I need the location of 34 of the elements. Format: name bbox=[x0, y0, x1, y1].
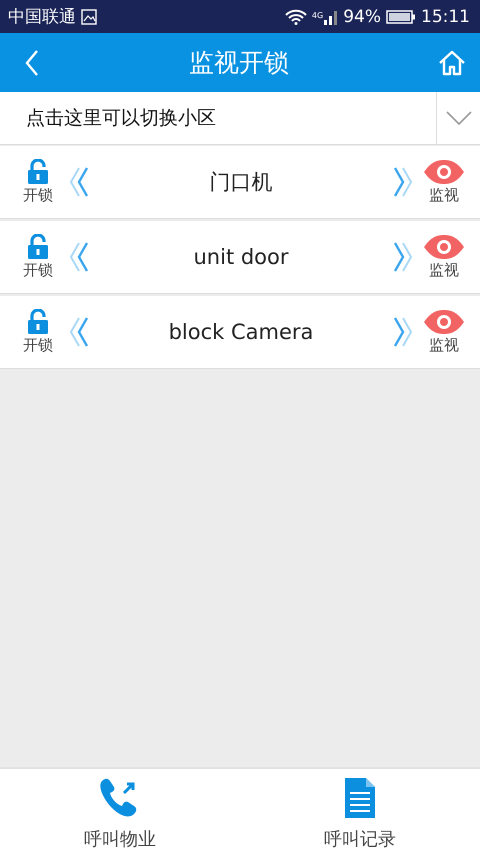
padlock-icon bbox=[27, 309, 49, 335]
unlock-button[interactable]: 开锁 bbox=[16, 234, 60, 280]
battery-icon bbox=[386, 8, 416, 24]
monitor-button[interactable]: 监视 bbox=[422, 159, 466, 205]
carrier-name: 中国联通 bbox=[8, 6, 76, 28]
chevron-down-icon bbox=[444, 110, 472, 126]
device-name: unit door bbox=[192, 245, 290, 269]
image-icon bbox=[81, 8, 97, 24]
eye-icon bbox=[423, 234, 465, 260]
monitor-button[interactable]: 监视 bbox=[422, 234, 466, 280]
page-title: 监视开锁 bbox=[189, 47, 289, 79]
community-selector[interactable]: 点击这里可以切换小区 bbox=[0, 92, 480, 145]
home-icon bbox=[438, 50, 466, 76]
unlock-button[interactable]: 开锁 bbox=[16, 309, 60, 355]
signal-icon bbox=[324, 8, 338, 24]
device-name: 门口机 bbox=[208, 169, 274, 196]
unlock-button[interactable]: 开锁 bbox=[16, 159, 60, 205]
call-property-button[interactable]: 呼叫物业 bbox=[0, 769, 240, 853]
clock-time: 15:11 bbox=[421, 6, 470, 26]
document-icon bbox=[344, 777, 376, 819]
back-button[interactable] bbox=[24, 48, 40, 76]
eye-icon bbox=[423, 159, 465, 185]
network-type: 4G bbox=[312, 10, 324, 20]
eye-icon bbox=[423, 309, 465, 335]
padlock-icon bbox=[27, 234, 49, 260]
wifi-icon bbox=[284, 8, 307, 24]
battery-percent: 94% bbox=[343, 6, 381, 26]
call-records-button[interactable]: 呼叫记录 bbox=[240, 769, 480, 853]
padlock-icon bbox=[27, 159, 49, 185]
device-name: block Camera bbox=[168, 320, 314, 344]
chevron-left-icon bbox=[24, 48, 40, 76]
monitor-button[interactable]: 监视 bbox=[422, 309, 466, 355]
selector-label: 点击这里可以切换小区 bbox=[26, 106, 216, 131]
home-button[interactable] bbox=[438, 50, 466, 76]
